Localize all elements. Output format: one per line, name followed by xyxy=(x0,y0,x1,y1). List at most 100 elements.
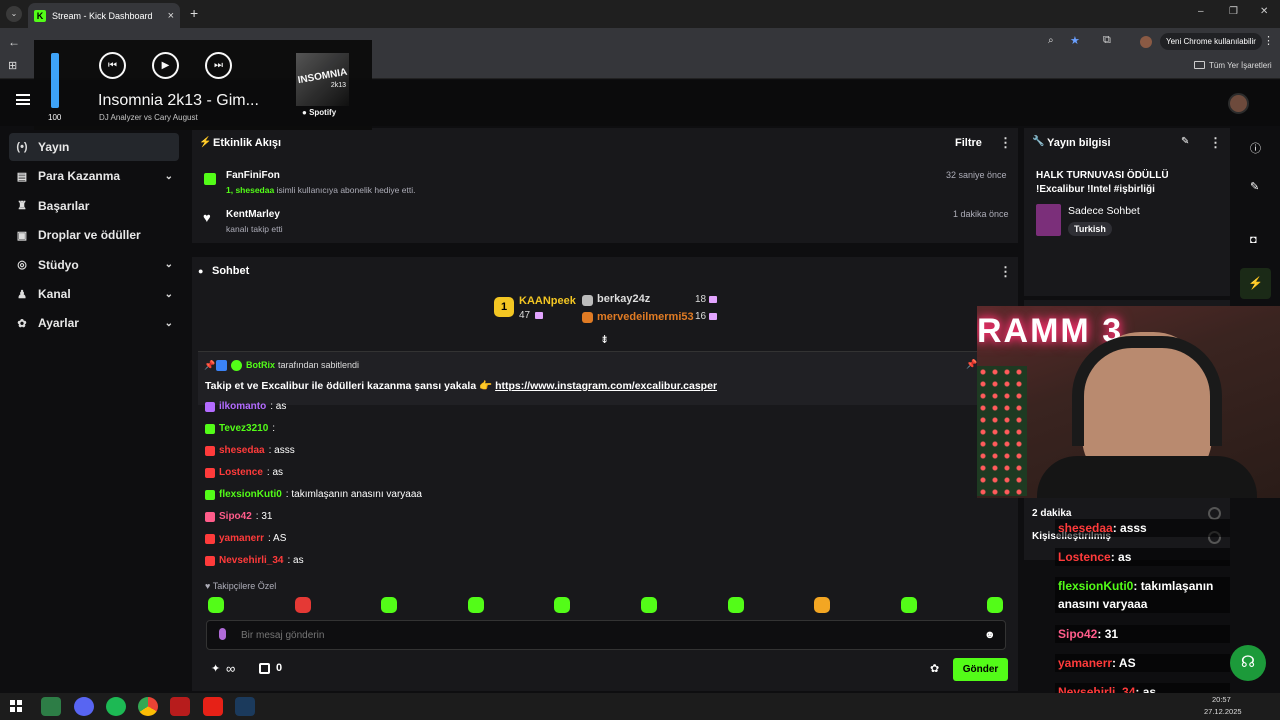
chat-input[interactable] xyxy=(241,626,941,644)
sidebar-item-para-kazanma[interactable]: ▤ Para Kazanma ⌄ xyxy=(9,162,179,190)
all-bookmarks-link[interactable]: Tüm Yer İşaretleri xyxy=(1209,61,1272,70)
chrome-update-button[interactable]: Yeni Chrome kullanılabilir xyxy=(1160,33,1262,50)
profile-avatar[interactable] xyxy=(1140,36,1152,48)
chat-username[interactable]: Sipo42 xyxy=(219,511,252,522)
sidebar-item-kanal[interactable]: ♟ Kanal ⌄ xyxy=(9,280,179,308)
overlay-chat-message: yamanerr: AS xyxy=(1055,654,1230,672)
zoom-icon[interactable]: ⌕ xyxy=(1048,35,1054,46)
user-badge xyxy=(205,445,215,456)
activity-more-icon[interactable]: ⋮ xyxy=(999,135,1012,151)
tab-list-button[interactable]: ⌄ xyxy=(6,6,22,22)
play-icon[interactable]: ▶ xyxy=(152,52,179,79)
chat-username[interactable]: Tevez3210 xyxy=(219,423,268,434)
category-thumbnail[interactable] xyxy=(1036,204,1061,236)
bookmark-star-icon[interactable]: ★ xyxy=(1070,34,1080,47)
chat-message: shesedaa: asss xyxy=(205,445,295,456)
previous-track-icon[interactable]: ⏮ xyxy=(99,52,126,79)
leader-name[interactable]: berkay24z xyxy=(597,293,650,305)
emote-button[interactable] xyxy=(814,597,831,613)
overlay-chat-message: flexsionKuti0: takımlaşanın anasını vary… xyxy=(1055,577,1230,613)
taskbar-spotify-icon[interactable] xyxy=(106,697,126,716)
chat-message: yamanerr: AS xyxy=(205,533,286,544)
chat-username[interactable]: Nevsehirli_34 xyxy=(219,555,284,566)
extensions-icon[interactable]: ⧉ xyxy=(1103,34,1111,47)
taskbar-youtube-icon[interactable] xyxy=(203,697,223,716)
apps-grid-icon[interactable]: ⊞ xyxy=(8,59,17,72)
new-tab-button[interactable]: + xyxy=(190,5,198,21)
leader-count: 18 xyxy=(695,294,707,305)
chevron-down-icon[interactable]: ⌄ xyxy=(165,259,173,270)
close-window-button[interactable]: ✕ xyxy=(1260,6,1268,17)
emote-button[interactable] xyxy=(987,597,1004,613)
pencil-icon[interactable]: ✎ xyxy=(1250,180,1259,193)
browser-tab[interactable]: K Stream - Kick Dashboard × xyxy=(28,3,180,28)
event-user[interactable]: FanFiniFon xyxy=(226,170,280,181)
support-button[interactable]: ☊ xyxy=(1230,645,1266,681)
kick-favicon-icon: K xyxy=(34,9,46,22)
tab-close-button[interactable]: × xyxy=(168,10,174,22)
hamburger-menu-icon[interactable] xyxy=(16,94,30,105)
camera-icon[interactable]: ◘ xyxy=(1250,234,1257,246)
emote-button[interactable] xyxy=(900,597,917,613)
emote-button[interactable] xyxy=(467,597,484,613)
taskbar-chrome-icon[interactable] xyxy=(138,697,158,716)
volume-value: 100 xyxy=(48,113,62,122)
taskbar-discord-icon[interactable] xyxy=(74,697,94,716)
mic-icon[interactable] xyxy=(219,628,226,640)
category-name[interactable]: Sadece Sohbet xyxy=(1068,205,1140,217)
emote-button[interactable] xyxy=(727,597,744,613)
leader-name[interactable]: mervedeilmermi53 xyxy=(597,311,694,323)
chat-username[interactable]: shesedaa xyxy=(219,445,265,456)
chevron-down-icon[interactable]: ⌄ xyxy=(165,289,173,300)
chat-username[interactable]: flexsionKuti0 xyxy=(219,489,282,500)
minimize-button[interactable]: – xyxy=(1198,6,1204,17)
chat-username[interactable]: yamanerr xyxy=(219,533,264,544)
chat-input-box[interactable]: ☻ xyxy=(206,620,1006,650)
sidebar-item-yay-n[interactable]: (•) Yayın xyxy=(9,133,179,161)
emote-button[interactable] xyxy=(381,597,398,613)
emote-button[interactable] xyxy=(294,597,311,613)
taskbar-voicemeeter-icon[interactable] xyxy=(170,697,190,716)
sidebar-item-ba-ar-lar[interactable]: ♜ Başarılar xyxy=(9,192,179,220)
sidebar-item-ayarlar[interactable]: ✿ Ayarlar ⌄ xyxy=(9,309,179,337)
chat-settings-icon[interactable]: ✿ xyxy=(930,662,939,675)
emote-button[interactable] xyxy=(208,597,224,613)
user-badge xyxy=(205,511,215,522)
chrome-menu-icon[interactable]: ⋮ xyxy=(1263,34,1274,47)
edit-icon[interactable]: ✎ xyxy=(1181,136,1189,147)
windows-start-icon[interactable] xyxy=(10,700,22,712)
chest-icon[interactable] xyxy=(259,663,270,674)
next-track-icon[interactable]: ⏭ xyxy=(205,52,232,79)
send-button[interactable]: Gönder xyxy=(953,658,1008,681)
taskbar-steam-icon[interactable] xyxy=(235,697,255,716)
leader-name[interactable]: KAANpeek xyxy=(519,295,576,307)
maximize-button[interactable]: ❐ xyxy=(1229,6,1238,17)
emoji-icon[interactable]: ☻ xyxy=(984,629,996,641)
stream-info-more-icon[interactable]: ⋮ xyxy=(1209,135,1222,151)
scroll-down-icon[interactable]: ⇟ xyxy=(600,333,609,346)
info-icon[interactable]: ⓘ xyxy=(1250,140,1261,156)
emote-button[interactable] xyxy=(554,597,571,613)
pinned-link[interactable]: https://www.instagram.com/excalibur.casp… xyxy=(495,380,717,392)
chat-username[interactable]: Lostence xyxy=(219,467,263,478)
emote-button[interactable] xyxy=(641,597,657,613)
filter-button[interactable]: Filtre xyxy=(955,137,982,149)
event-user[interactable]: KentMarley xyxy=(226,209,280,220)
sidebar-item-st-dyo[interactable]: ◎ Stüdyo ⌄ xyxy=(9,251,179,279)
points-icon[interactable]: ✦ xyxy=(211,662,220,675)
unpin-icon[interactable]: 📌 xyxy=(966,359,977,370)
pinned-by-user[interactable]: BotRix xyxy=(246,360,275,370)
language-tag[interactable]: Turkish xyxy=(1068,222,1112,236)
quick-actions-button[interactable]: ⚡ xyxy=(1240,268,1271,299)
taskbar-app-1[interactable] xyxy=(41,697,61,716)
chat-message: ilkomanto: as xyxy=(205,401,286,412)
volume-bar[interactable] xyxy=(51,53,59,108)
back-arrow-icon[interactable]: ← xyxy=(8,35,20,49)
chevron-down-icon[interactable]: ⌄ xyxy=(165,318,173,329)
chat-more-icon[interactable]: ⋮ xyxy=(999,264,1012,280)
user-avatar[interactable] xyxy=(1228,93,1249,114)
sidebar-item-droplar-ve-d-ller[interactable]: ▣ Droplar ve ödüller xyxy=(9,221,179,249)
chat-username[interactable]: ilkomanto xyxy=(219,401,266,412)
event-detail-text: isimli kullanıcıya abonelik hediye etti. xyxy=(274,185,416,195)
chevron-down-icon[interactable]: ⌄ xyxy=(165,171,173,182)
